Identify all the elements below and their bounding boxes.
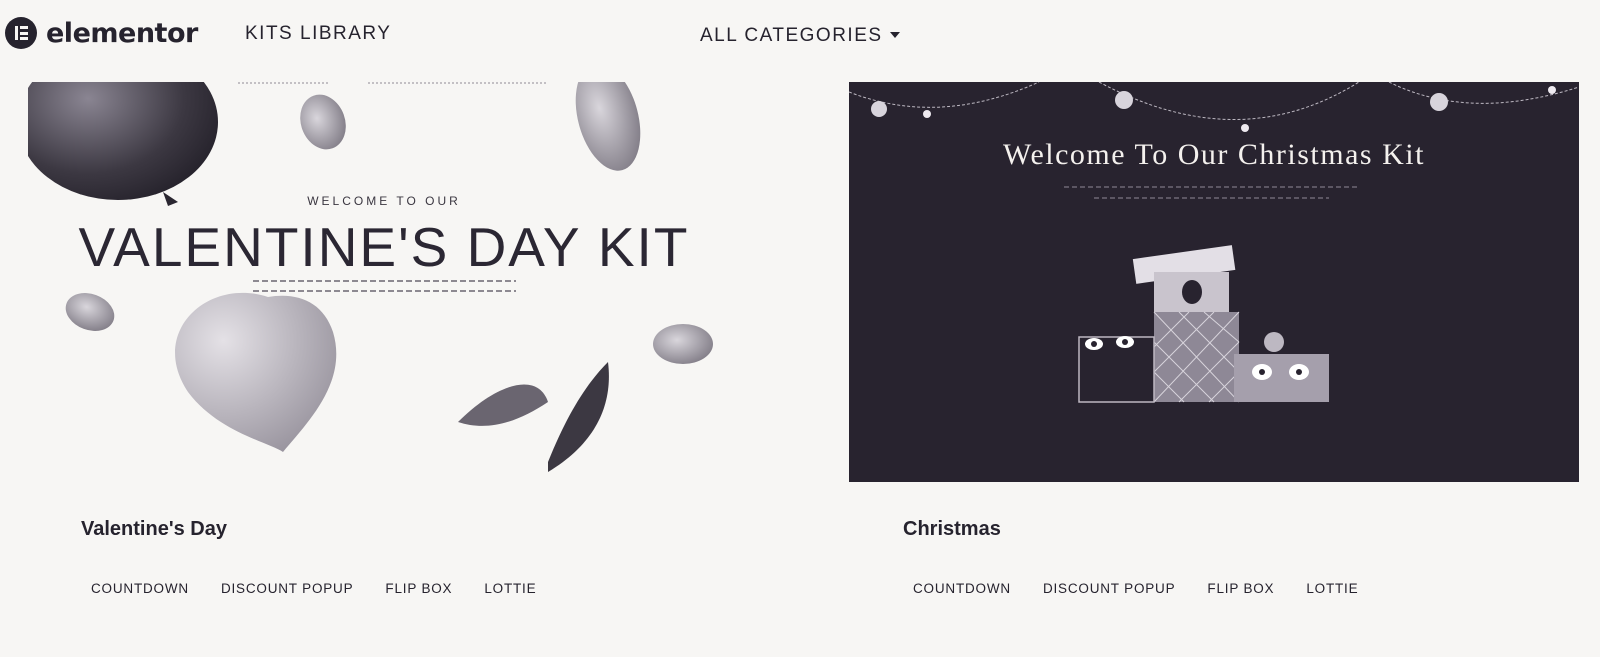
kit-title-christmas[interactable]: Christmas: [903, 518, 1001, 541]
tag-flip-box[interactable]: FLIP BOX: [1207, 581, 1274, 596]
tag-lottie[interactable]: LOTTIE: [1306, 581, 1358, 596]
kit-thumbnail-christmas[interactable]: Welcome To Our Christmas Kit: [849, 82, 1579, 482]
kit-title-valentines[interactable]: Valentine's Day: [81, 518, 227, 541]
elementor-icon: [5, 17, 37, 49]
valentines-artwork: [28, 82, 713, 472]
kit-tags-valentines: COUNTDOWN DISCOUNT POPUP FLIP BOX LOTTIE: [91, 581, 568, 596]
tag-discount-popup[interactable]: DISCOUNT POPUP: [1043, 581, 1175, 596]
elementor-logo[interactable]: elementor: [5, 17, 198, 49]
christmas-headline: Welcome To Our Christmas Kit: [1003, 138, 1425, 171]
kits-library-link[interactable]: KITS LIBRARY: [245, 23, 391, 45]
tag-lottie[interactable]: LOTTIE: [484, 581, 536, 596]
logo-wordmark: elementor: [46, 17, 198, 49]
tag-flip-box[interactable]: FLIP BOX: [385, 581, 452, 596]
kit-card-valentines: WELCOME TO OUR VALENTINE'S DAY KIT Valen…: [28, 82, 740, 596]
kit-thumbnail-valentines[interactable]: WELCOME TO OUR VALENTINE'S DAY KIT: [28, 82, 740, 482]
kit-card-christmas: Welcome To Our Christmas Kit Christmas C…: [849, 82, 1579, 596]
categories-dropdown-label: ALL CATEGORIES: [700, 25, 883, 46]
tag-discount-popup[interactable]: DISCOUNT POPUP: [221, 581, 353, 596]
categories-dropdown[interactable]: ALL CATEGORIES: [700, 25, 900, 47]
valentines-headline: VALENTINE'S DAY KIT: [78, 216, 690, 278]
valentines-eyebrow: WELCOME TO OUR: [307, 194, 461, 208]
tag-countdown[interactable]: COUNTDOWN: [913, 581, 1011, 596]
tag-countdown[interactable]: COUNTDOWN: [91, 581, 189, 596]
top-header: elementor KITS LIBRARY ALL CATEGORIES: [0, 0, 1600, 72]
kit-tags-christmas: COUNTDOWN DISCOUNT POPUP FLIP BOX LOTTIE: [913, 581, 1390, 596]
caret-down-icon: [889, 32, 900, 38]
